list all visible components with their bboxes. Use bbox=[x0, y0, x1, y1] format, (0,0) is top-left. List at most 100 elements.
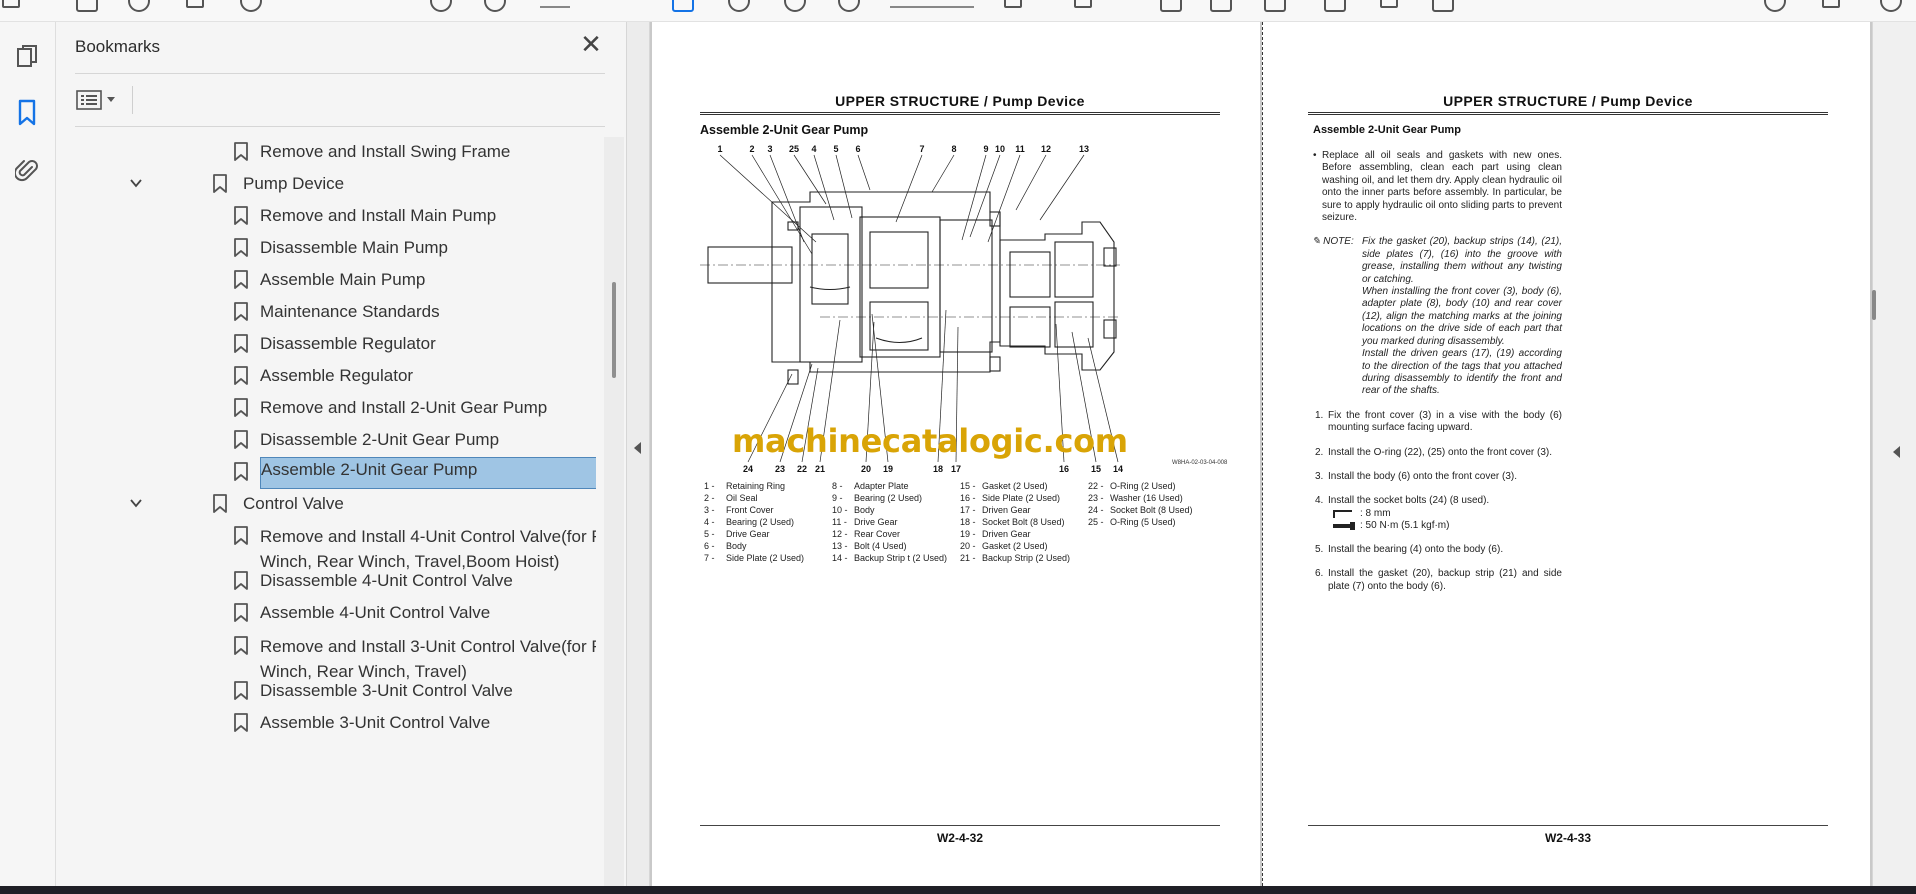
bookmark-item[interactable]: Assemble Main Pump bbox=[56, 264, 596, 296]
bookmark-label: Assemble 4-Unit Control Valve bbox=[260, 603, 491, 622]
spec-torque: : 50 N·m (5.1 kgf·m) bbox=[1328, 520, 1562, 532]
step-item: 2. Install the O-ring (22), (25) onto the… bbox=[1312, 447, 1562, 459]
select-tool-icon[interactable] bbox=[672, 0, 694, 12]
step-number: 4. bbox=[1315, 495, 1324, 507]
legend-row: 15 - Gasket (2 Used) bbox=[960, 480, 1092, 492]
search-icon[interactable] bbox=[240, 0, 262, 12]
legend-number: 2 - bbox=[704, 493, 715, 503]
page-header: UPPER STRUCTURE / Pump Device bbox=[1443, 93, 1693, 109]
page-up-icon[interactable] bbox=[430, 0, 452, 12]
bookmark-flag-icon bbox=[233, 238, 249, 258]
bookmark-item[interactable]: Disassemble Regulator bbox=[56, 328, 596, 360]
home-icon[interactable] bbox=[2, 0, 20, 8]
bookmark-item[interactable]: Remove and Install Main Pump bbox=[56, 200, 596, 232]
bookmark-item[interactable]: Disassemble 3-Unit Control Valve bbox=[56, 675, 596, 707]
legend-number: 11 - bbox=[832, 517, 847, 527]
legend-row: 21 - Backup Strip (2 Used) bbox=[960, 552, 1092, 564]
bookmark-flag-icon bbox=[233, 366, 249, 386]
bookmark-item[interactable]: Remove and Install 2-Unit Gear Pump bbox=[56, 392, 596, 424]
legend-text: O-Ring (2 Used) bbox=[1110, 481, 1176, 491]
legend-number: 13 - bbox=[832, 541, 848, 551]
collapse-panel-icon[interactable] bbox=[634, 442, 641, 454]
legend-number: 25 - bbox=[1088, 517, 1104, 527]
bookmark-item[interactable]: Maintenance Standards bbox=[56, 296, 596, 328]
step-item: 6. Install the gasket (20), backup strip … bbox=[1312, 568, 1562, 593]
legend-row: 16 - Side Plate (2 Used) bbox=[960, 492, 1092, 504]
hand-tool-icon[interactable] bbox=[728, 0, 750, 12]
bookmark-options-button[interactable] bbox=[76, 84, 124, 116]
step-item: 4. Install the socket bolts (24) (8 used)… bbox=[1312, 495, 1562, 531]
legend-text: Driven Gear bbox=[982, 529, 1031, 539]
legend-row: 3 - Front Cover bbox=[704, 504, 836, 516]
zoom-in-icon[interactable] bbox=[838, 0, 860, 12]
bookmark-flag-icon bbox=[233, 398, 249, 418]
callout-label: 7 bbox=[919, 144, 924, 154]
bookmark-item[interactable]: Disassemble 2-Unit Gear Pump bbox=[56, 424, 596, 456]
bookmark-item[interactable]: Assemble 3-Unit Control Valve bbox=[56, 707, 596, 739]
callout-label: 19 bbox=[883, 464, 893, 474]
bookmark-label: Control Valve bbox=[243, 494, 344, 513]
bookmark-item[interactable]: Disassemble Main Pump bbox=[56, 232, 596, 264]
close-icon[interactable]: ✕ bbox=[578, 31, 604, 59]
fit-width-icon[interactable] bbox=[1004, 0, 1022, 8]
print-icon[interactable] bbox=[186, 0, 204, 8]
legend-text: Socket Bolt (8 Used) bbox=[982, 517, 1065, 527]
chevron-down-icon bbox=[107, 97, 115, 102]
chevron-down-icon[interactable] bbox=[128, 495, 144, 511]
bookmark-group[interactable]: Pump Device bbox=[56, 168, 596, 200]
zoom-out-icon[interactable] bbox=[784, 0, 806, 12]
legend-number: 10 - bbox=[832, 505, 848, 515]
bookmarks-scrollbar[interactable] bbox=[604, 137, 624, 886]
share-icon[interactable] bbox=[1880, 0, 1902, 12]
scroll-mode-icon[interactable] bbox=[1074, 0, 1092, 8]
bookmark-flag-icon bbox=[233, 603, 249, 623]
legend-text: Adapter Plate bbox=[854, 481, 909, 491]
legend-number: 19 - bbox=[960, 529, 976, 539]
page-number-field[interactable] bbox=[540, 6, 570, 8]
callout-label: 13 bbox=[1079, 144, 1089, 154]
bookmark-item[interactable]: Remove and Install 3-Unit Control Valve(… bbox=[56, 630, 596, 681]
legend-text: Socket Bolt (8 Used) bbox=[1110, 505, 1193, 515]
legend-column: 15 - Gasket (2 Used) 16 - Side Plate (2 Use… bbox=[960, 480, 1092, 564]
sign-icon[interactable] bbox=[1432, 0, 1454, 12]
star-icon[interactable] bbox=[76, 0, 98, 12]
page-down-icon[interactable] bbox=[484, 0, 506, 12]
panel-splitter[interactable] bbox=[626, 22, 650, 886]
bookmark-item[interactable]: Assemble Regulator bbox=[56, 360, 596, 392]
account-icon[interactable] bbox=[1764, 0, 1786, 12]
bookmark-item[interactable]: Disassemble 4-Unit Control Valve bbox=[56, 565, 596, 597]
legend-row: 8 - Adapter Plate bbox=[832, 480, 964, 492]
chevron-down-icon[interactable] bbox=[128, 175, 144, 191]
header-rule bbox=[1308, 112, 1828, 115]
document-view[interactable]: UPPER STRUCTURE / Pump Device Assemble 2… bbox=[650, 22, 1872, 886]
bookmark-item[interactable]: Assemble 2-Unit Gear Pump bbox=[56, 456, 596, 489]
bookmark-group[interactable]: Control Valve bbox=[56, 488, 596, 520]
zoom-field[interactable] bbox=[890, 6, 974, 8]
legend-text: Drive Gear bbox=[854, 517, 898, 527]
bookmarks-panel: Bookmarks ✕ Remove and Install Swing Fra… bbox=[56, 22, 626, 886]
bookmark-icon[interactable] bbox=[12, 98, 42, 128]
window-icon[interactable] bbox=[1822, 0, 1840, 8]
legend-text: Front Cover bbox=[726, 505, 774, 515]
pages-icon[interactable] bbox=[12, 42, 42, 72]
bookmark-item[interactable]: Remove and Install Swing Frame bbox=[56, 136, 596, 168]
attachment-icon[interactable] bbox=[12, 156, 42, 186]
legend-row: 12 - Rear Cover bbox=[832, 528, 964, 540]
draw-icon[interactable] bbox=[1264, 0, 1286, 12]
bookmark-item[interactable]: Remove and Install 4-Unit Control Valve(… bbox=[56, 520, 596, 571]
step-text: Install the bearing (4) onto the body (6… bbox=[1328, 543, 1504, 555]
legend-text: Bolt (4 Used) bbox=[854, 541, 907, 551]
scrollbar-thumb[interactable] bbox=[612, 282, 616, 378]
step-text: Fix the front cover (3) in a vise with t… bbox=[1328, 409, 1562, 434]
document-scrollbar-thumb[interactable] bbox=[1872, 290, 1876, 320]
stamp-icon[interactable] bbox=[1380, 0, 1398, 8]
comment-icon[interactable] bbox=[1160, 0, 1182, 12]
bookmark-item[interactable]: Assemble 4-Unit Control Valve bbox=[56, 597, 596, 629]
leader-line bbox=[835, 154, 853, 219]
edit-icon[interactable] bbox=[1324, 0, 1346, 12]
upload-icon[interactable] bbox=[128, 0, 150, 12]
expand-panel-icon[interactable] bbox=[1893, 446, 1900, 458]
highlight-icon[interactable] bbox=[1210, 0, 1232, 12]
step-text: Install the gasket (20), backup strip (2… bbox=[1328, 568, 1562, 592]
step-text: Install the body (6) onto the front cove… bbox=[1328, 470, 1517, 482]
